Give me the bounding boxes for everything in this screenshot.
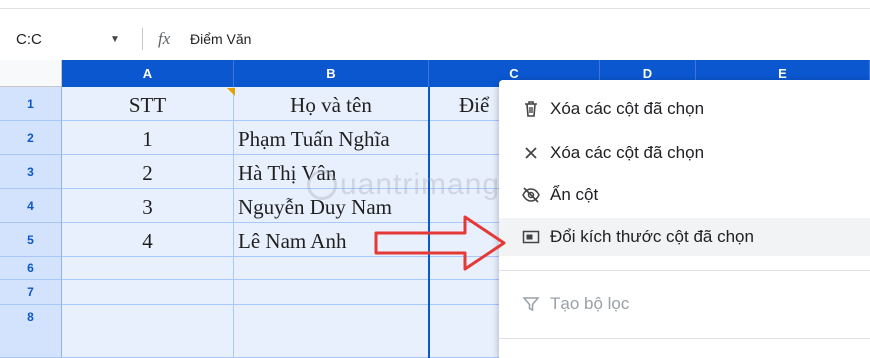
- trash-icon: [525, 101, 537, 117]
- formula-bar: C:C ▼ fx Điểm Văn: [0, 0, 870, 60]
- row-header-8[interactable]: 8: [0, 305, 62, 358]
- menu-item-create-filter[interactable]: Tạo bộ lọc: [499, 285, 870, 323]
- comment-indicator: [227, 88, 235, 96]
- column-header-b[interactable]: B: [234, 60, 429, 87]
- menu-item-label: Ẩn cột: [550, 185, 599, 204]
- row-header-6[interactable]: 6: [0, 257, 62, 280]
- menu-item-label: Xóa các cột đã chọn: [550, 143, 705, 162]
- cell-b8[interactable]: [234, 305, 429, 358]
- cell-a8[interactable]: [62, 305, 234, 358]
- menu-item-label: Xóa các cột đã chọn: [550, 99, 705, 118]
- menu-item-delete-columns[interactable]: Xóa các cột đã chọn: [499, 90, 870, 128]
- cell-a5[interactable]: 4: [62, 223, 234, 257]
- cell-a4[interactable]: 3: [62, 189, 234, 223]
- fx-icon: fx: [158, 29, 171, 48]
- menu-item-resize-columns[interactable]: Đổi kích thước cột đã chọn: [499, 218, 870, 256]
- cell-b1[interactable]: Họ và tên: [234, 87, 429, 121]
- cell-a6[interactable]: [62, 257, 234, 280]
- menu-item-clear-columns[interactable]: Xóa các cột đã chọn: [499, 134, 870, 172]
- menu-item-label: Đổi kích thước cột đã chọn: [550, 227, 754, 246]
- menu-item-label: Tạo bộ lọc: [550, 294, 630, 313]
- row-header-5[interactable]: 5: [0, 223, 62, 257]
- row-header-2[interactable]: 2: [0, 121, 62, 155]
- row-header-3[interactable]: 3: [0, 155, 62, 189]
- context-menu: Xóa các cột đã chọn Xóa các cột đã chọn …: [499, 80, 870, 358]
- row-header-7[interactable]: 7: [0, 280, 62, 305]
- menu-separator: [499, 338, 870, 339]
- cell-a2[interactable]: 1: [62, 121, 234, 155]
- name-box[interactable]: C:C: [16, 31, 42, 48]
- eye-off-icon: [522, 187, 540, 203]
- formula-input[interactable]: Điểm Văn: [190, 31, 251, 47]
- formula-bar-separator: [142, 28, 143, 50]
- cell-a1[interactable]: STT: [62, 87, 234, 121]
- cell-b2[interactable]: Phạm Tuấn Nghĩa: [234, 121, 429, 155]
- menu-item-hide-column[interactable]: Ẩn cột: [499, 176, 870, 214]
- menu-separator: [499, 270, 870, 271]
- row-header-1[interactable]: 1: [0, 87, 62, 121]
- cell-a7[interactable]: [62, 280, 234, 305]
- annotation-arrow-icon: [374, 215, 506, 271]
- column-header-a[interactable]: A: [62, 60, 234, 87]
- cell-b7[interactable]: [234, 280, 429, 305]
- toolbar-divider: [0, 8, 870, 9]
- row-header-4[interactable]: 4: [0, 189, 62, 223]
- close-icon: [525, 147, 537, 159]
- resize-icon: [522, 230, 540, 244]
- watermark-logo-icon: [307, 170, 337, 200]
- select-all-corner[interactable]: [0, 60, 62, 87]
- cell-a3[interactable]: 2: [62, 155, 234, 189]
- filter-icon: [522, 297, 540, 312]
- name-box-dropdown-icon[interactable]: ▼: [110, 34, 120, 45]
